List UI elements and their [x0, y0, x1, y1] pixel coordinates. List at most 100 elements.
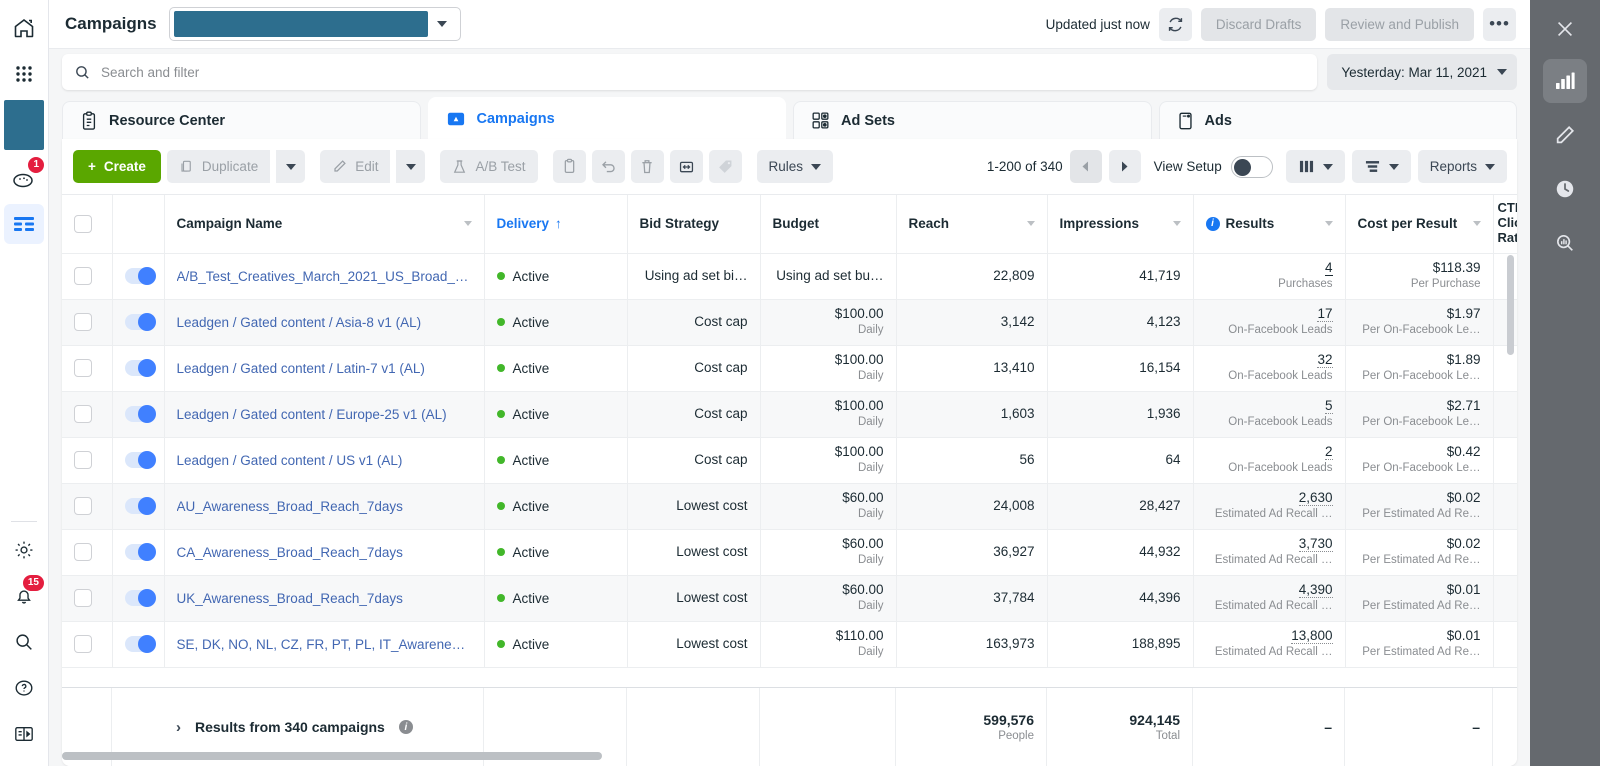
rules-button[interactable]: Rules: [757, 150, 834, 183]
reports-button[interactable]: Reports: [1418, 150, 1507, 183]
col-bid-strategy[interactable]: Bid Strategy: [627, 195, 760, 253]
cost-type: Per On-Facebook Le…: [1358, 369, 1481, 384]
search-icon[interactable]: [4, 622, 44, 662]
campaign-name-link[interactable]: SE, DK, NO, NL, CZ, FR, PT, PL, IT_Aware…: [177, 637, 472, 652]
col-impressions[interactable]: Impressions: [1047, 195, 1193, 253]
prev-page-button[interactable]: [1070, 150, 1102, 183]
columns-button[interactable]: [1286, 150, 1345, 183]
tab-ads[interactable]: Ads: [1159, 101, 1518, 139]
row-status-toggle[interactable]: [125, 268, 156, 284]
row-status-toggle[interactable]: [125, 636, 156, 652]
col-ctr[interactable]: CTR Click Rate: [1493, 195, 1517, 253]
row-status-toggle[interactable]: [125, 406, 156, 422]
row-status-toggle[interactable]: [125, 544, 156, 560]
table-row[interactable]: Leadgen / Gated content / US v1 (AL)Acti…: [62, 437, 1517, 483]
create-button[interactable]: + Create: [73, 150, 161, 183]
review-and-publish-button[interactable]: Review and Publish: [1325, 8, 1474, 41]
table-row[interactable]: UK_Awareness_Broad_Reach_7daysActiveLowe…: [62, 575, 1517, 621]
refresh-icon[interactable]: [1159, 8, 1192, 41]
table-row[interactable]: Leadgen / Gated content / Europe-25 v1 (…: [62, 391, 1517, 437]
row-status-toggle[interactable]: [125, 452, 156, 468]
campaign-name-link[interactable]: Leadgen / Gated content / Asia-8 v1 (AL): [177, 315, 472, 330]
campaigns-table-scroll[interactable]: Campaign Name Delivery ↑: [62, 194, 1517, 687]
bar-chart-icon[interactable]: [1543, 59, 1587, 103]
row-status-toggle[interactable]: [125, 498, 156, 514]
tag-button[interactable]: [709, 150, 742, 183]
help-icon[interactable]: [4, 668, 44, 708]
bid-strategy-value: Cost cap: [640, 314, 748, 330]
home-icon[interactable]: [4, 8, 44, 48]
vertical-scrollbar[interactable]: [1507, 255, 1514, 355]
campaign-name-link[interactable]: Leadgen / Gated content / US v1 (AL): [177, 453, 472, 468]
search-input[interactable]: Search and filter: [62, 54, 1317, 90]
row-checkbox[interactable]: [74, 313, 92, 331]
export-button[interactable]: [670, 150, 703, 183]
duplicate-button[interactable]: Duplicate: [167, 150, 270, 183]
table-icon[interactable]: [4, 204, 44, 244]
select-all-checkbox[interactable]: [74, 215, 92, 233]
campaign-name-link[interactable]: A/B_Test_Creatives_March_2021_US_Broad_…: [177, 269, 472, 284]
ab-test-button[interactable]: A/B Test: [440, 150, 537, 183]
info-icon[interactable]: i: [1206, 217, 1220, 231]
row-checkbox[interactable]: [74, 267, 92, 285]
row-checkbox[interactable]: [74, 635, 92, 653]
horizontal-scrollbar[interactable]: [62, 752, 1460, 760]
campaign-name-link[interactable]: UK_Awareness_Broad_Reach_7days: [177, 591, 472, 606]
more-options-button[interactable]: •••: [1483, 8, 1516, 41]
col-campaign-name[interactable]: Campaign Name: [164, 195, 484, 253]
clock-icon[interactable]: [1543, 167, 1587, 211]
table-row[interactable]: SE, DK, NO, NL, CZ, FR, PT, PL, IT_Aware…: [62, 621, 1517, 667]
row-checkbox[interactable]: [74, 405, 92, 423]
edit-button[interactable]: Edit: [320, 150, 390, 183]
view-setup-toggle[interactable]: [1231, 156, 1273, 178]
row-checkbox[interactable]: [74, 543, 92, 561]
tab-ad-sets[interactable]: Ad Sets: [793, 101, 1152, 139]
duplicate-dropdown[interactable]: [276, 150, 305, 183]
date-range-picker[interactable]: Yesterday: Mar 11, 2021: [1327, 54, 1517, 90]
table-row[interactable]: Leadgen / Gated content / Asia-8 v1 (AL)…: [62, 299, 1517, 345]
delete-button[interactable]: [631, 150, 664, 183]
row-checkbox[interactable]: [74, 589, 92, 607]
copy-button[interactable]: [553, 150, 586, 183]
col-delivery[interactable]: Delivery ↑: [484, 195, 627, 253]
tab-resource-center[interactable]: Resource Center: [62, 101, 421, 139]
campaign-name-link[interactable]: AU_Awareness_Broad_Reach_7days: [177, 499, 472, 514]
tab-campaigns[interactable]: Campaigns: [428, 97, 787, 139]
campaign-name-link[interactable]: CA_Awareness_Broad_Reach_7days: [177, 545, 472, 560]
row-status-toggle[interactable]: [125, 360, 156, 376]
view-setup-control[interactable]: View Setup: [1154, 156, 1273, 178]
campaign-name-link[interactable]: Leadgen / Gated content / Latin-7 v1 (AL…: [177, 361, 472, 376]
col-cost-per-result[interactable]: Cost per Result: [1345, 195, 1493, 253]
row-status-toggle[interactable]: [125, 314, 156, 330]
bell-icon[interactable]: 15: [4, 576, 44, 616]
col-results[interactable]: i Results: [1193, 195, 1345, 253]
speedometer-icon[interactable]: 1: [4, 158, 44, 198]
discard-drafts-button[interactable]: Discard Drafts: [1201, 8, 1317, 41]
table-row[interactable]: A/B_Test_Creatives_March_2021_US_Broad_……: [62, 253, 1517, 299]
info-icon[interactable]: i: [399, 720, 413, 734]
magnify-chart-icon[interactable]: [1543, 221, 1587, 265]
row-checkbox[interactable]: [74, 497, 92, 515]
row-checkbox[interactable]: [74, 451, 92, 469]
edit-dropdown[interactable]: [396, 150, 425, 183]
campaign-name-link[interactable]: Leadgen / Gated content / Europe-25 v1 (…: [177, 407, 472, 422]
panel-toggle-icon[interactable]: [4, 714, 44, 754]
col-budget[interactable]: Budget: [760, 195, 896, 253]
account-swatch[interactable]: [4, 100, 44, 150]
row-checkbox[interactable]: [74, 359, 92, 377]
grid-apps-icon[interactable]: [4, 54, 44, 94]
gear-icon[interactable]: [4, 530, 44, 570]
horizontal-scrollbar-thumb[interactable]: [62, 752, 602, 760]
next-page-button[interactable]: [1109, 150, 1141, 183]
row-status-toggle[interactable]: [125, 590, 156, 606]
table-row[interactable]: AU_Awareness_Broad_Reach_7daysActiveLowe…: [62, 483, 1517, 529]
col-reach[interactable]: Reach: [896, 195, 1047, 253]
breakdown-button[interactable]: [1352, 150, 1411, 183]
expand-chevron-icon[interactable]: ›: [176, 719, 181, 736]
close-icon[interactable]: [1543, 9, 1587, 49]
account-selector[interactable]: [169, 7, 461, 41]
undo-button[interactable]: [592, 150, 625, 183]
pencil-icon[interactable]: [1543, 113, 1587, 157]
table-row[interactable]: CA_Awareness_Broad_Reach_7daysActiveLowe…: [62, 529, 1517, 575]
table-row[interactable]: Leadgen / Gated content / Latin-7 v1 (AL…: [62, 345, 1517, 391]
